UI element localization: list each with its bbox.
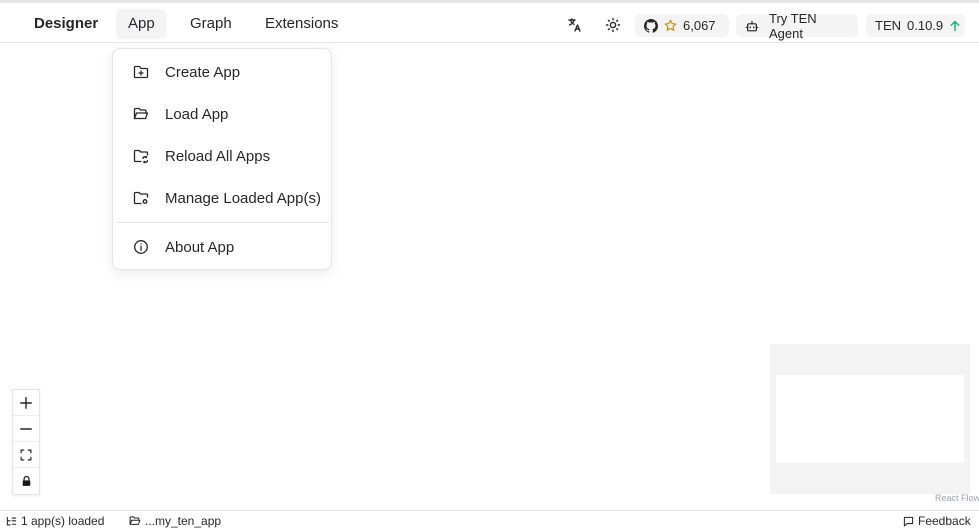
minus-icon	[19, 422, 33, 436]
folder-open-icon	[129, 515, 141, 527]
version-badge[interactable]: TEN 0.10.9	[866, 14, 965, 37]
message-square-icon	[903, 516, 914, 527]
fit-view-icon	[20, 449, 32, 461]
menu-item-label: Create App	[165, 63, 241, 81]
brand-title[interactable]: Designer	[22, 9, 110, 39]
menu-item-about-app[interactable]: About App	[117, 229, 327, 265]
plus-icon	[19, 396, 33, 410]
version-prefix: TEN	[875, 18, 901, 33]
feedback-button[interactable]: Feedback	[903, 514, 971, 528]
app-path-text: ...my_ten_app	[145, 514, 222, 528]
star-icon	[664, 19, 677, 32]
zoom-out-button[interactable]	[13, 416, 39, 442]
apps-loaded-status[interactable]: 1 app(s) loaded	[6, 514, 104, 528]
folder-plus-icon	[132, 63, 150, 81]
github-star-count: 6,067	[683, 18, 716, 33]
github-stars-button[interactable]: 6,067	[635, 14, 729, 37]
arrow-up-icon	[949, 20, 961, 32]
folder-cog-icon	[132, 189, 150, 207]
minimap[interactable]	[770, 344, 970, 494]
menu-item-label: Reload All Apps	[165, 147, 271, 165]
canvas-controls	[12, 389, 40, 495]
feedback-label: Feedback	[918, 514, 971, 528]
menu-item-manage-loaded-apps[interactable]: Manage Loaded App(s)	[117, 180, 327, 216]
language-icon[interactable]	[562, 12, 588, 38]
menu-item-create-app[interactable]: Create App	[117, 54, 327, 90]
app-dropdown-menu: Create App Load App Reload All Apps Mana…	[112, 48, 332, 270]
version-number: 0.10.9	[907, 18, 944, 33]
lock-interactivity-button[interactable]	[13, 468, 39, 494]
folder-open-icon	[132, 105, 150, 123]
menu-item-label: Load App	[165, 105, 229, 123]
tree-icon	[6, 516, 17, 527]
theme-sun-icon[interactable]	[600, 12, 626, 38]
menu-separator	[117, 222, 329, 223]
menu-app[interactable]: App	[116, 9, 167, 39]
try-ten-agent-button[interactable]: Try TEN Agent	[736, 11, 858, 41]
menu-item-load-app[interactable]: Load App	[117, 96, 327, 132]
lock-icon	[21, 475, 32, 487]
react-flow-attribution[interactable]: React Flow	[935, 493, 979, 503]
minimap-viewport[interactable]	[776, 375, 964, 463]
menu-extensions[interactable]: Extensions	[253, 9, 350, 39]
menu-item-label: About App	[165, 238, 235, 256]
folder-sync-icon	[132, 147, 150, 165]
bot-icon	[745, 19, 759, 33]
status-bar: 1 app(s) loaded ...my_ten_app Feedback	[0, 510, 979, 529]
menu-graph[interactable]: Graph	[178, 9, 244, 39]
menu-item-reload-all-apps[interactable]: Reload All Apps	[117, 138, 327, 174]
info-icon	[132, 238, 150, 256]
top-bar: Designer App Graph Extensions 6,067 Try …	[0, 0, 979, 43]
app-path-status[interactable]: ...my_ten_app	[129, 514, 221, 528]
menu-item-label: Manage Loaded App(s)	[165, 189, 321, 207]
fit-view-button[interactable]	[13, 442, 39, 468]
zoom-in-button[interactable]	[13, 390, 39, 416]
github-icon	[644, 18, 658, 33]
try-ten-agent-label: Try TEN Agent	[769, 10, 817, 41]
apps-loaded-text: 1 app(s) loaded	[21, 514, 105, 528]
